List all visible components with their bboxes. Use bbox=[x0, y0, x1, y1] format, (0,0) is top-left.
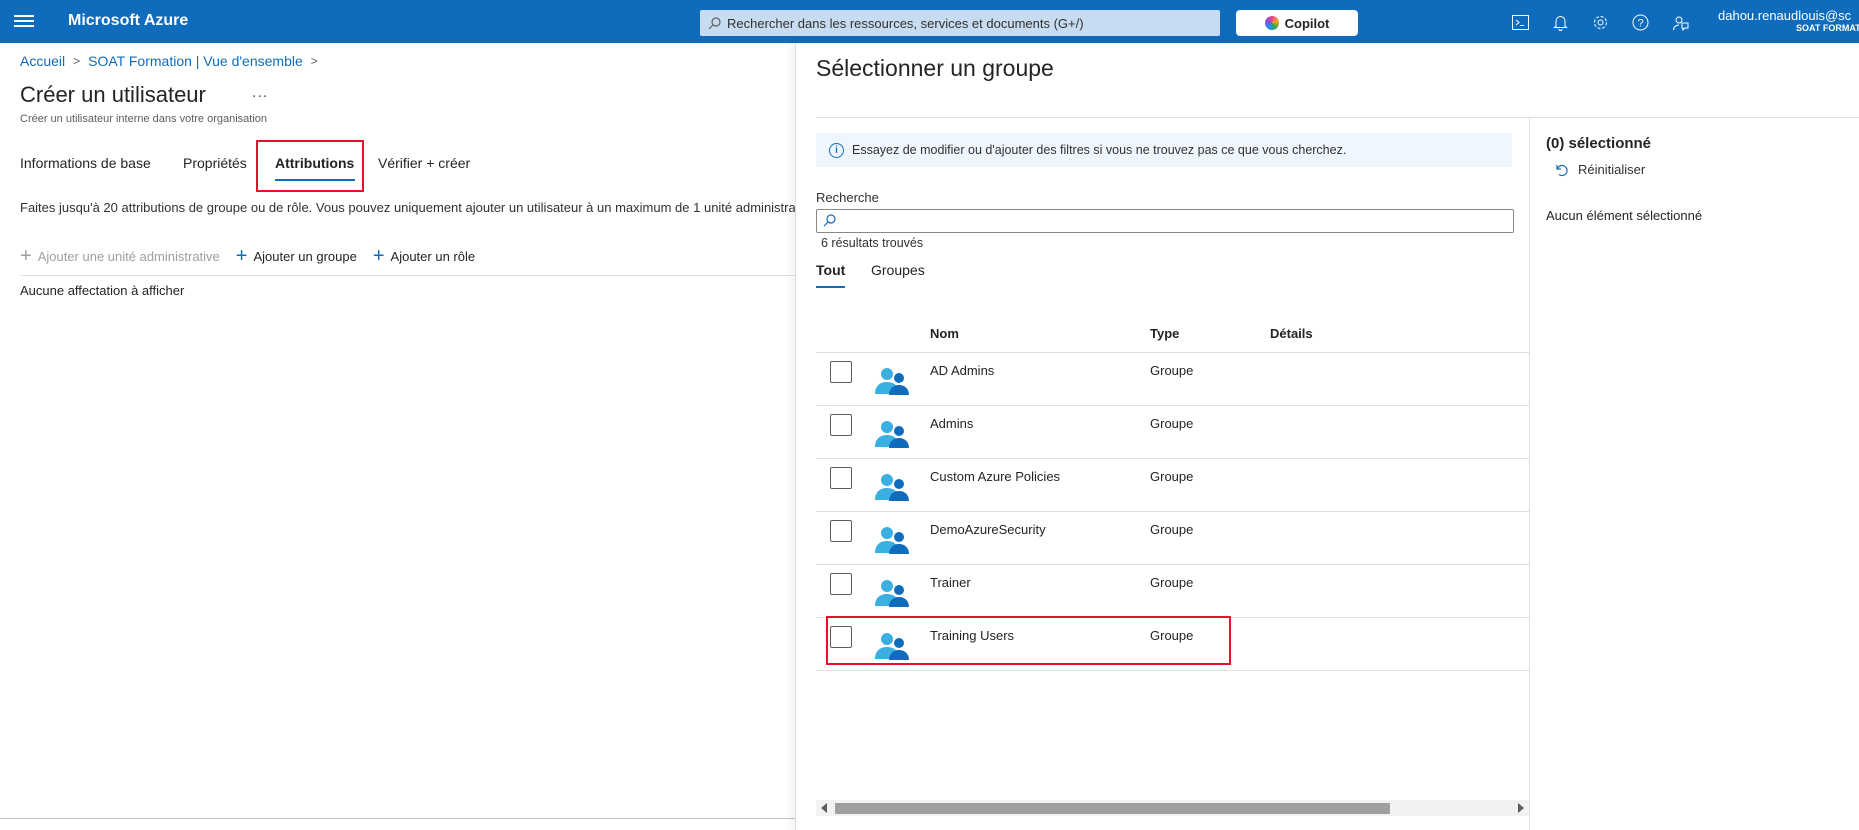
reset-label: Réinitialiser bbox=[1578, 162, 1646, 177]
column-header-name[interactable]: Nom bbox=[930, 326, 959, 341]
chevron-right-icon: > bbox=[73, 54, 81, 68]
assignment-info-text: Faites jusqu'à 20 attributions de groupe… bbox=[20, 200, 795, 215]
panel-title: Sélectionner un groupe bbox=[816, 55, 1054, 81]
settings-gear-icon[interactable] bbox=[1590, 12, 1610, 32]
group-icon bbox=[875, 474, 909, 501]
group-icon bbox=[875, 368, 909, 395]
group-name: AD Admins bbox=[930, 363, 995, 378]
add-group-label: Ajouter un groupe bbox=[253, 248, 357, 264]
group-icon bbox=[875, 421, 909, 448]
scrollbar-thumb[interactable] bbox=[835, 803, 1390, 814]
breadcrumb-home[interactable]: Accueil bbox=[20, 53, 65, 69]
row-checkbox[interactable] bbox=[830, 573, 852, 595]
row-checkbox[interactable] bbox=[830, 361, 852, 383]
active-tab-indicator bbox=[816, 286, 845, 288]
group-type: Groupe bbox=[1150, 416, 1194, 431]
table-row[interactable]: Admins Groupe bbox=[816, 406, 1529, 459]
page-title: Créer un utilisateur bbox=[20, 82, 206, 107]
undo-icon bbox=[1556, 164, 1568, 176]
tab-properties[interactable]: Propriétés bbox=[183, 155, 247, 171]
info-banner-text: Essayez de modifier ou d'ajouter des fil… bbox=[852, 143, 1347, 157]
group-name: Custom Azure Policies bbox=[930, 469, 1061, 484]
more-options-button[interactable]: ... bbox=[252, 84, 268, 102]
account-org: SOAT FORMAT bbox=[1796, 23, 1859, 33]
table-row[interactable]: Trainer Groupe bbox=[816, 565, 1529, 618]
breadcrumb: Accueil > SOAT Formation | Vue d'ensembl… bbox=[20, 53, 318, 69]
row-checkbox[interactable] bbox=[830, 414, 852, 436]
tab-all[interactable]: Tout bbox=[816, 262, 845, 278]
tab-review-create[interactable]: Vérifier + créer bbox=[378, 155, 470, 171]
table-header: Nom Type Détails bbox=[816, 323, 1529, 353]
add-role-label: Ajouter un rôle bbox=[390, 248, 476, 264]
add-group-button[interactable]: + Ajouter un groupe bbox=[235, 245, 357, 267]
account-email: dahou.renaudlouis@sc bbox=[1718, 8, 1852, 23]
assignment-actions: + Ajouter une unité administrative + Ajo… bbox=[20, 245, 491, 267]
row-checkbox[interactable] bbox=[830, 520, 852, 542]
copilot-label: Copilot bbox=[1284, 15, 1330, 31]
group-name: Admins bbox=[930, 416, 974, 431]
panel-splitter bbox=[1529, 118, 1530, 830]
group-icon bbox=[875, 580, 909, 607]
group-type: Groupe bbox=[1150, 522, 1194, 537]
column-header-type[interactable]: Type bbox=[1150, 326, 1179, 341]
breadcrumb-overview[interactable]: SOAT Formation | Vue d'ensemble bbox=[88, 53, 303, 69]
group-icon bbox=[875, 527, 909, 554]
horizontal-scrollbar[interactable] bbox=[816, 800, 1529, 816]
copilot-icon bbox=[1264, 16, 1279, 30]
add-admin-unit-button[interactable]: + Ajouter une unité administrative bbox=[20, 245, 220, 267]
table-row[interactable]: Custom Azure Policies Groupe bbox=[816, 459, 1529, 512]
group-search-input[interactable] bbox=[816, 209, 1514, 233]
group-name: Trainer bbox=[930, 575, 971, 590]
highlight-box-training-users bbox=[826, 616, 1231, 665]
svg-text:?: ? bbox=[1637, 17, 1643, 29]
group-type: Groupe bbox=[1150, 469, 1194, 484]
search-icon bbox=[708, 16, 721, 29]
tab-basics[interactable]: Informations de base bbox=[20, 155, 151, 171]
select-group-panel: Sélectionner un groupe i Essayez de modi… bbox=[795, 43, 1859, 830]
add-role-button[interactable]: + Ajouter un rôle bbox=[372, 245, 476, 267]
add-admin-unit-label: Ajouter une unité administrative bbox=[37, 248, 220, 264]
global-search-input[interactable]: Rechercher dans les ressources, services… bbox=[700, 10, 1220, 36]
no-selection-text: Aucun élément sélectionné bbox=[1546, 208, 1703, 223]
copilot-button[interactable]: Copilot bbox=[1236, 10, 1358, 36]
row-checkbox[interactable] bbox=[830, 467, 852, 489]
no-assignments-text: Aucune affectation à afficher bbox=[20, 283, 185, 298]
highlight-box-assignments-tab bbox=[256, 140, 364, 192]
plus-icon: + bbox=[235, 245, 248, 267]
page-subtitle: Créer un utilisateur interne dans votre … bbox=[20, 113, 268, 125]
brand-title[interactable]: Microsoft Azure bbox=[68, 12, 188, 30]
info-icon: i bbox=[829, 142, 844, 158]
help-icon[interactable]: ? bbox=[1630, 12, 1650, 32]
notifications-icon[interactable] bbox=[1550, 12, 1570, 32]
table-row[interactable]: AD Admins Groupe bbox=[816, 353, 1529, 406]
search-label: Recherche bbox=[816, 190, 879, 205]
account-menu[interactable]: dahou.renaudlouis@sc SOAT FORMAT bbox=[1718, 8, 1859, 33]
cloud-shell-icon[interactable] bbox=[1510, 12, 1530, 32]
feedback-icon[interactable] bbox=[1670, 12, 1690, 32]
global-search-placeholder: Rechercher dans les ressources, services… bbox=[727, 15, 1084, 31]
group-type: Groupe bbox=[1150, 575, 1194, 590]
results-count: 6 résultats trouvés bbox=[821, 236, 924, 250]
reset-button[interactable]: Réinitialiser bbox=[1554, 162, 1645, 177]
plus-icon: + bbox=[20, 245, 32, 267]
plus-icon: + bbox=[372, 245, 385, 267]
info-banner: i Essayez de modifier ou d'ajouter des f… bbox=[816, 133, 1512, 167]
group-type: Groupe bbox=[1150, 363, 1194, 378]
group-name: DemoAzureSecurity bbox=[930, 522, 1046, 537]
divider bbox=[816, 117, 1859, 118]
scroll-left-icon[interactable] bbox=[821, 803, 827, 813]
column-header-details[interactable]: Détails bbox=[1270, 326, 1313, 341]
divider bbox=[0, 818, 795, 819]
menu-icon[interactable] bbox=[14, 12, 34, 30]
top-bar: Microsoft Azure Rechercher dans les ress… bbox=[0, 0, 1859, 43]
chevron-right-icon: > bbox=[310, 54, 318, 68]
scroll-right-icon[interactable] bbox=[1518, 803, 1524, 813]
selected-count: (0) sélectionné bbox=[1546, 135, 1652, 152]
tab-groups[interactable]: Groupes bbox=[871, 262, 925, 278]
search-icon bbox=[823, 214, 836, 227]
divider bbox=[20, 275, 795, 276]
table-row[interactable]: DemoAzureSecurity Groupe bbox=[816, 512, 1529, 565]
